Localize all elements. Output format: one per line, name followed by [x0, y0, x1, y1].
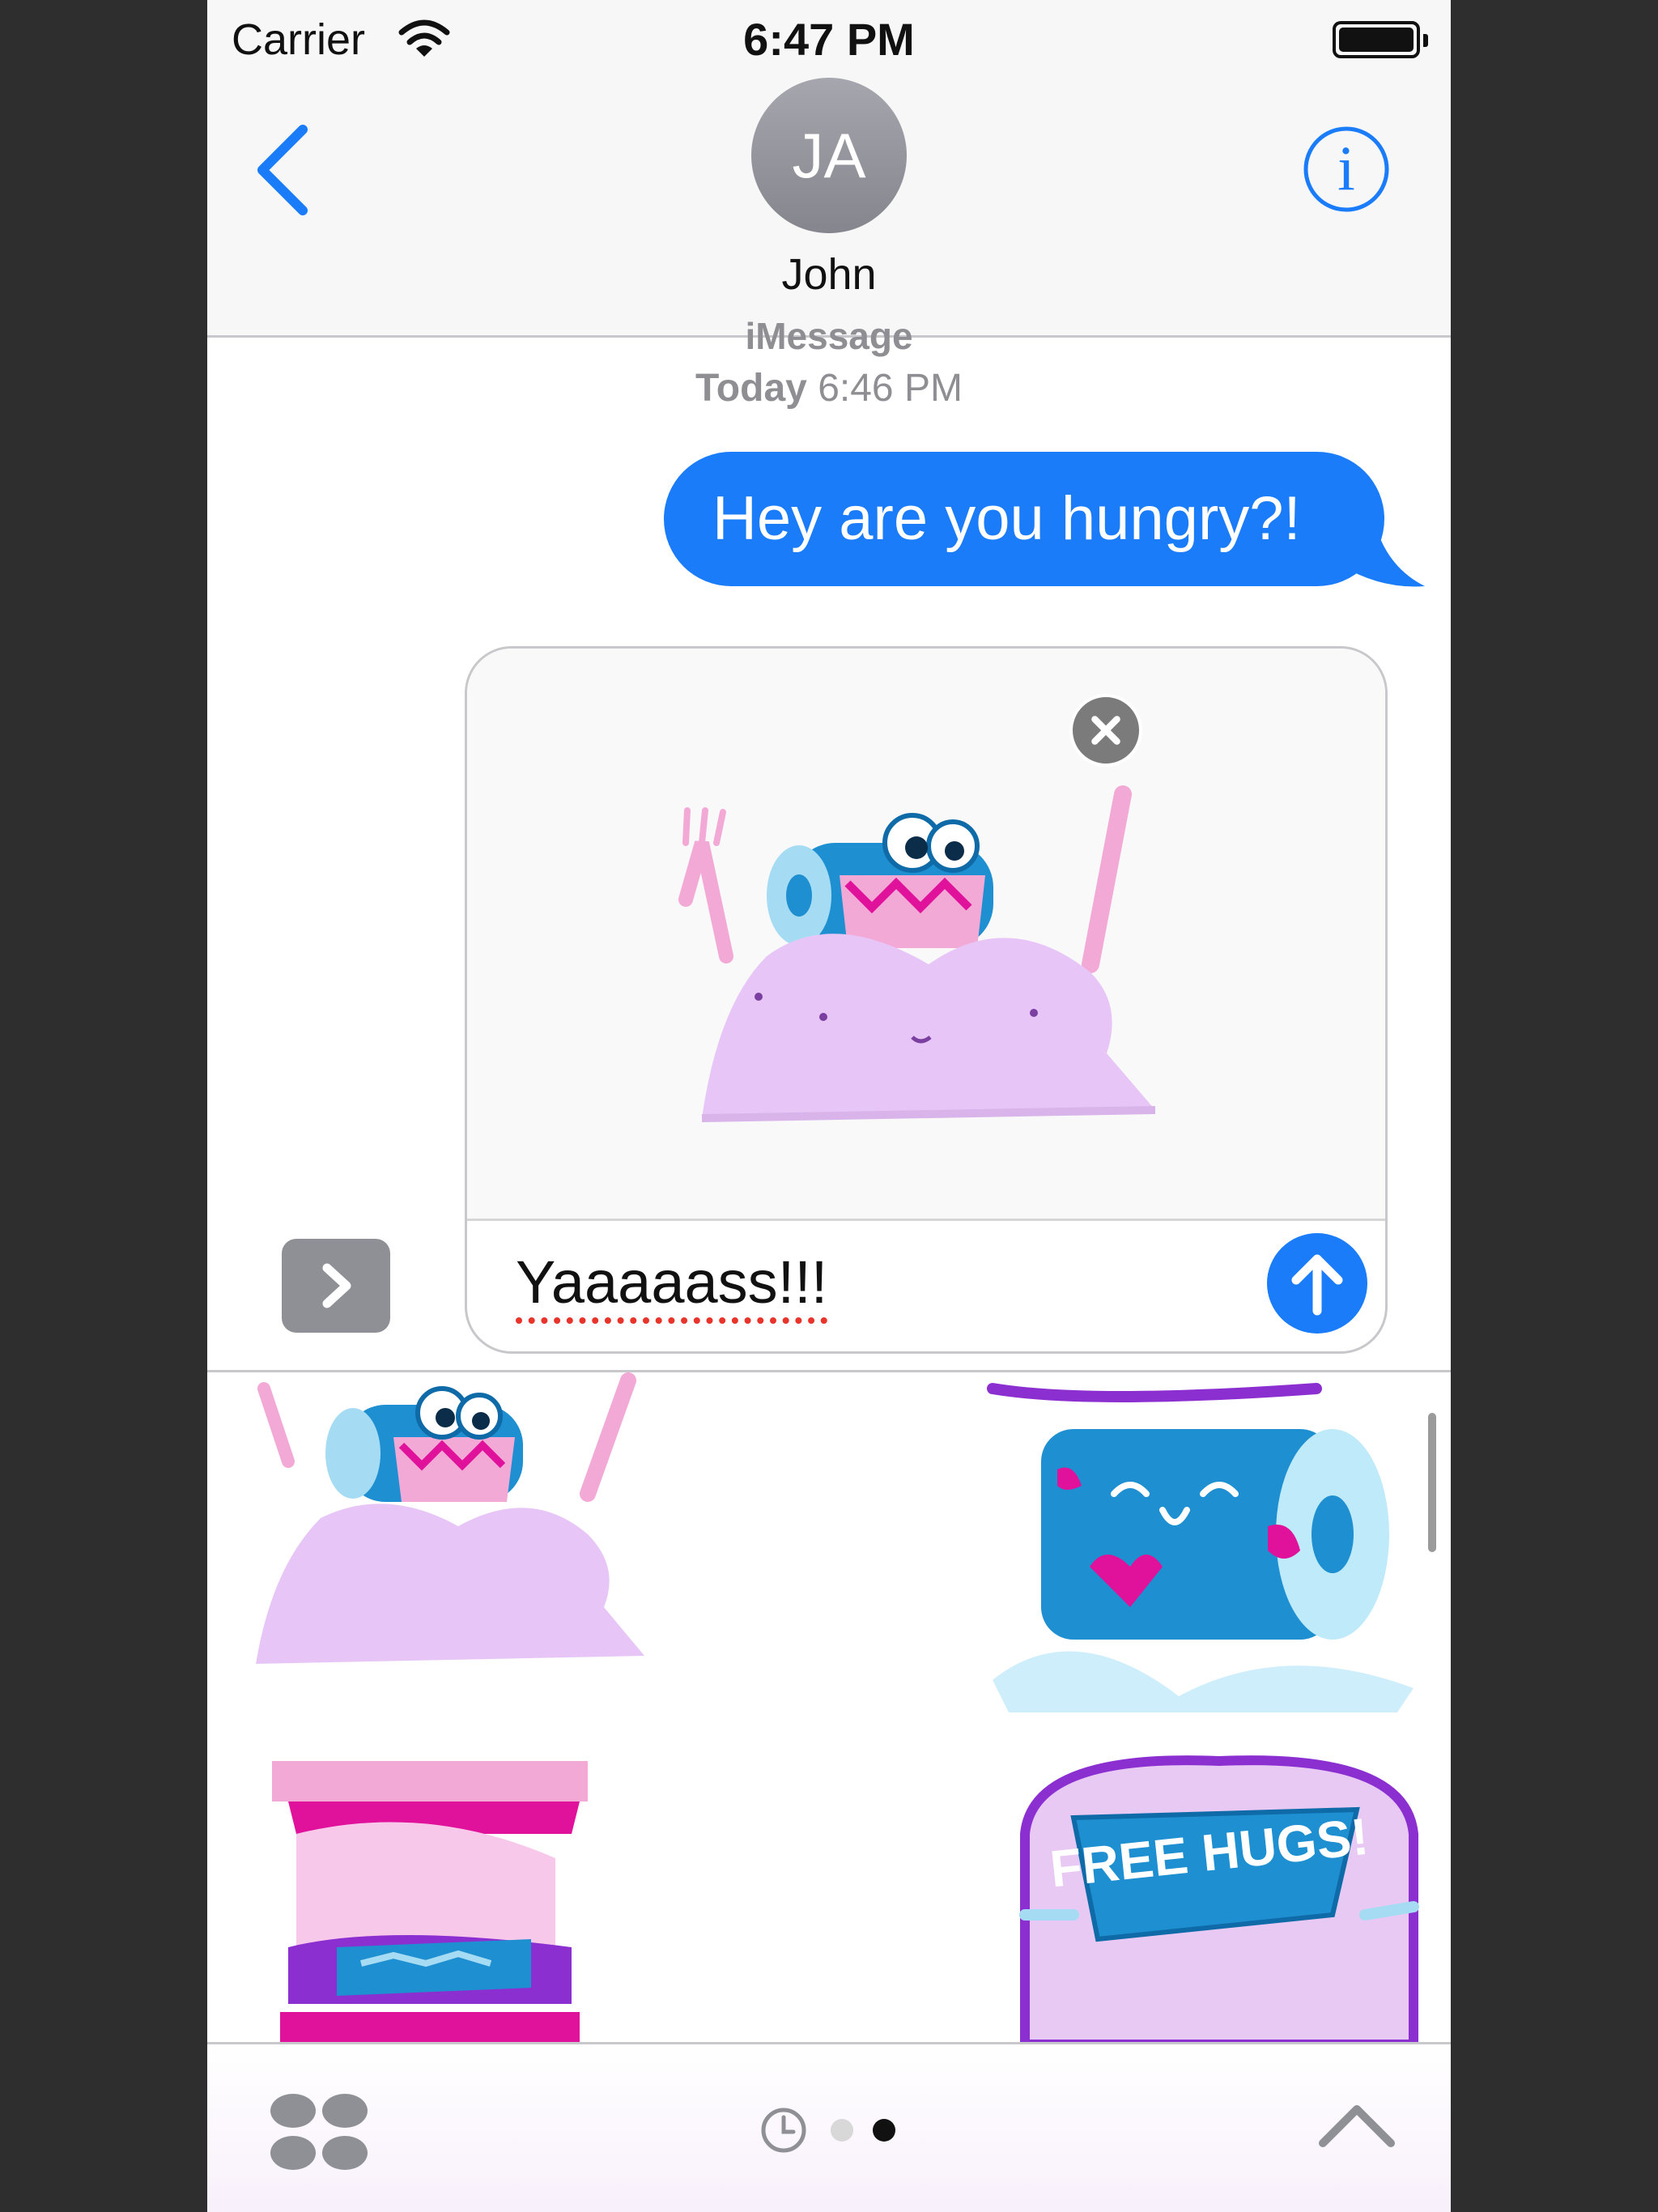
recents-clock-icon[interactable] — [759, 2106, 808, 2155]
bubble-tail — [1341, 528, 1425, 587]
status-bar: Carrier 6:47 PM — [207, 0, 1451, 78]
battery-icon — [1333, 21, 1420, 58]
hungry-toilet-roll-sticker — [678, 785, 1155, 1122]
message-compose-field[interactable]: Yaaaaass!!! — [465, 646, 1388, 1354]
info-icon[interactable]: i — [1302, 125, 1391, 214]
imessage-screen: Carrier 6:47 PM JA John i iMessage Today… — [207, 0, 1451, 2212]
expand-apps-button[interactable] — [282, 1239, 390, 1333]
drawer-scrollbar[interactable] — [1428, 1413, 1436, 1552]
compose-text-input[interactable]: Yaaaaass!!! — [516, 1248, 828, 1324]
page-indicator-dot-current[interactable] — [873, 2119, 895, 2142]
chevron-up-icon[interactable] — [1316, 2096, 1397, 2153]
sticker-hungry-toilet-roll[interactable] — [240, 1372, 661, 1672]
sticker-drawer[interactable]: FREE HUGS! — [207, 1370, 1451, 2044]
send-button[interactable] — [1267, 1233, 1367, 1334]
service-label: iMessage — [745, 315, 913, 357]
app-grid-icon[interactable] — [269, 2090, 369, 2174]
sent-message-bubble[interactable]: Hey are you hungry?! — [664, 452, 1384, 586]
status-time: 6:47 PM — [743, 14, 915, 65]
back-chevron-icon[interactable] — [244, 121, 317, 219]
contact-name[interactable]: John — [207, 249, 1451, 300]
sticker-free-hugs[interactable]: FREE HUGS! — [1009, 1753, 1430, 2044]
app-drawer-bar — [207, 2042, 1451, 2212]
contact-avatar[interactable]: JA — [751, 78, 907, 233]
page-indicator-dot[interactable] — [831, 2119, 853, 2142]
message-timestamp: Today 6:46 PM — [695, 367, 963, 410]
sticker-attachment-preview — [467, 649, 1385, 1221]
sticker-toast-sandwich[interactable] — [264, 1761, 604, 2044]
sticker-sleeping-toilet-roll[interactable] — [976, 1372, 1430, 1729]
conversation-header: JA John i — [207, 78, 1451, 338]
svg-text:i: i — [1337, 133, 1355, 203]
remove-attachment-icon[interactable] — [1069, 694, 1142, 767]
battery-tip — [1423, 34, 1428, 47]
